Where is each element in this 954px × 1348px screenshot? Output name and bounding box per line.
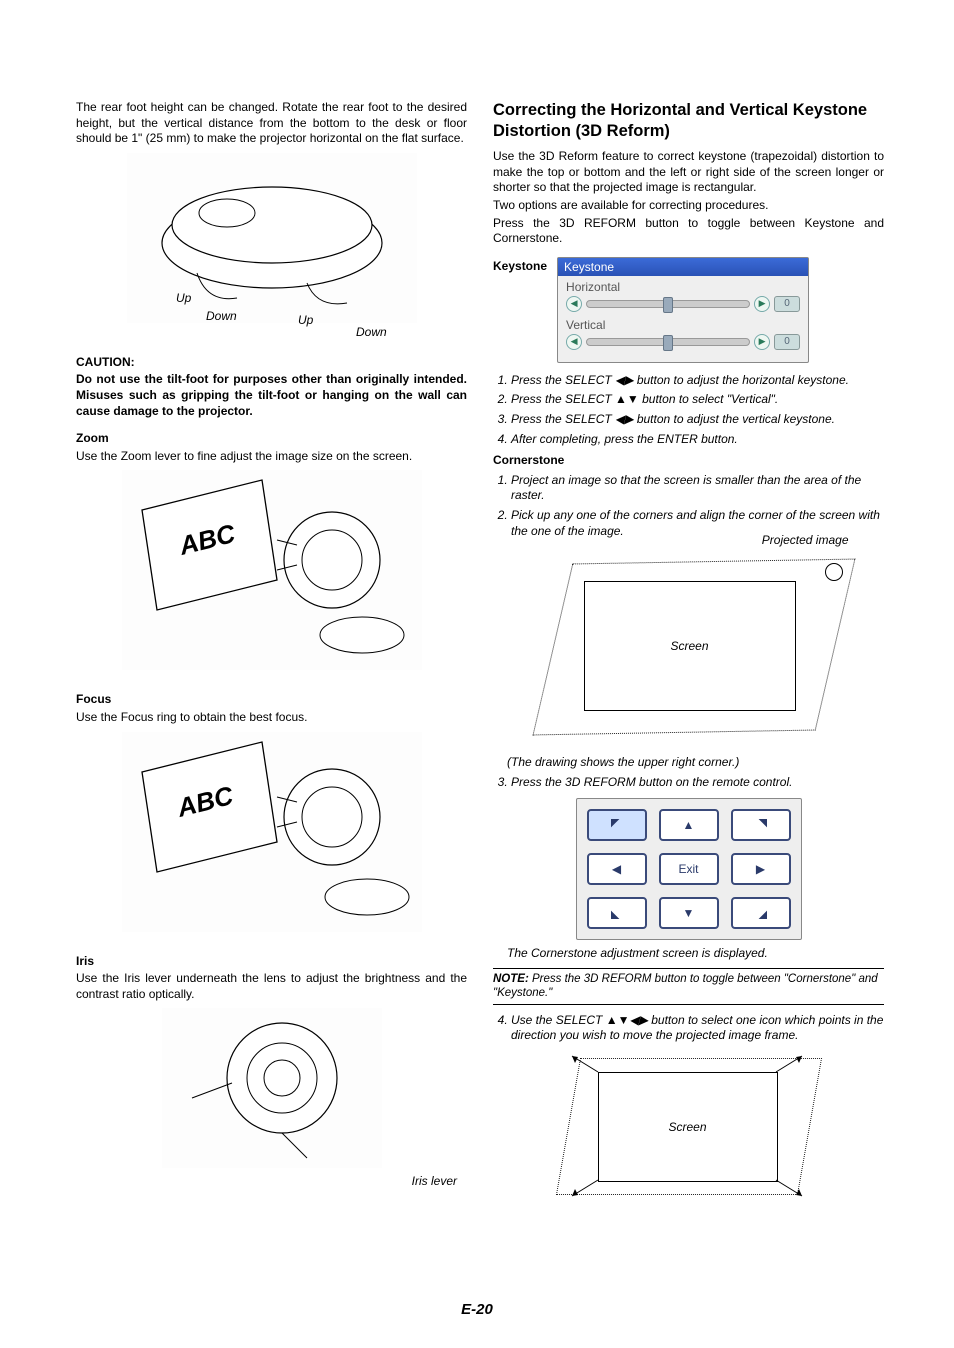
edge-right-button[interactable]: ▶	[731, 853, 791, 885]
label-up-2: Up	[298, 313, 313, 327]
cornerstone-step-3: Press the 3D REFORM button on the remote…	[511, 775, 884, 791]
label-down-2: Down	[356, 325, 387, 339]
corner-bl-button[interactable]	[587, 897, 647, 929]
edge-bottom-button[interactable]: ▼	[659, 897, 719, 929]
iris-head: Iris	[76, 954, 467, 970]
section-heading: Correcting the Horizontal and Vertical K…	[493, 100, 884, 141]
keystone-panel-title: Keystone	[558, 258, 808, 276]
keystone-h-label: Horizontal	[566, 280, 800, 294]
keystone-h-slider[interactable]: ◀ ▶ 0	[566, 296, 800, 312]
caution-head: CAUTION:	[76, 355, 467, 371]
focus-head: Focus	[76, 692, 467, 708]
keystone-step-1: Press the SELECT ◀▶ button to adjust the…	[511, 373, 884, 389]
cornerstone-step-1: Project an image so that the screen is s…	[511, 473, 884, 504]
keystone-block: Keystone Keystone Horizontal ◀ ▶ 0 Verti…	[493, 257, 884, 363]
corner-handle-icon	[825, 563, 843, 581]
iris-lever-label: Iris lever	[412, 1174, 457, 1188]
keystone-label: Keystone	[493, 257, 547, 273]
slider-right-icon[interactable]: ▶	[754, 296, 770, 312]
corner-tr-button[interactable]	[731, 809, 791, 841]
focus-body: Use the Focus ring to obtain the best fo…	[76, 710, 467, 726]
corner-tl-button[interactable]	[587, 809, 647, 841]
zoom-body: Use the Zoom lever to fine adjust the im…	[76, 449, 467, 465]
rear-foot-paragraph: The rear foot height can be changed. Rot…	[76, 100, 467, 147]
focus-illustration: ABC	[122, 732, 422, 932]
keystone-h-value: 0	[774, 296, 800, 312]
caution-body: Do not use the tilt-foot for purposes ot…	[76, 372, 467, 419]
keystone-steps: Press the SELECT ◀▶ button to adjust the…	[493, 373, 884, 447]
intro-3: Press the 3D REFORM button to toggle bet…	[493, 216, 884, 247]
right-column: Correcting the Horizontal and Vertical K…	[493, 100, 884, 1202]
intro-1: Use the 3D Reform feature to correct key…	[493, 149, 884, 196]
focus-figure: ABC	[76, 732, 467, 942]
zoom-head: Zoom	[76, 431, 467, 447]
cornerstone-steps-3: Press the 3D REFORM button on the remote…	[493, 775, 884, 791]
keystone-v-value: 0	[774, 334, 800, 350]
iris-figure: Iris lever	[76, 1008, 467, 1188]
iris-body: Use the Iris lever underneath the lens t…	[76, 971, 467, 1002]
keystone-v-slider[interactable]: ◀ ▶ 0	[566, 334, 800, 350]
slider-left-icon[interactable]: ◀	[566, 334, 582, 350]
note-block: NOTE: Press the 3D REFORM button to togg…	[493, 968, 884, 1005]
page-number: E-20	[0, 1301, 954, 1318]
label-down-1: Down	[206, 309, 237, 323]
iris-illustration	[162, 1008, 382, 1168]
cornerstone-step-4: Use the SELECT ▲▼◀▶ button to select one…	[511, 1013, 884, 1044]
edge-left-button[interactable]: ◀	[587, 853, 647, 885]
keystone-v-label: Vertical	[566, 318, 800, 332]
slider-right-icon[interactable]: ▶	[754, 334, 770, 350]
cornerstone-grid: ▲ ◀ Exit ▶ ▼	[576, 798, 802, 940]
keystone-step-2: Press the SELECT ▲▼ button to select "Ve…	[511, 392, 884, 408]
keystone-panel: Keystone Horizontal ◀ ▶ 0 Vertical ◀ ▶ 0	[557, 257, 809, 363]
cornerstone-diagram-2: Screen	[564, 1052, 814, 1202]
projected-image-label: Projected image	[762, 533, 849, 547]
zoom-illustration: ABC	[122, 470, 422, 670]
exit-button[interactable]: Exit	[659, 853, 719, 885]
edge-top-button[interactable]: ▲	[659, 809, 719, 841]
rear-foot-figure: Up Down Up Down	[76, 153, 467, 343]
cornerstone-diagram-1: Projected image Screen	[529, 545, 849, 745]
direction-arrows-icon	[564, 1052, 814, 1202]
cornerstone-grid-caption: The Cornerstone adjustment screen is dis…	[507, 946, 884, 962]
label-up-1: Up	[176, 291, 191, 305]
note-head: NOTE:	[493, 973, 529, 985]
left-column: The rear foot height can be changed. Rot…	[76, 100, 467, 1202]
keystone-step-4: After completing, press the ENTER button…	[511, 432, 884, 448]
projector-rear-illustration	[127, 153, 417, 323]
zoom-figure: ABC	[76, 470, 467, 680]
keystone-step-3: Press the SELECT ◀▶ button to adjust the…	[511, 412, 884, 428]
note-body: Press the 3D REFORM button to toggle bet…	[493, 973, 878, 999]
screen-label-1: Screen	[670, 639, 708, 653]
corner-caption-text: (The drawing shows the upper right corne…	[507, 755, 884, 771]
slider-left-icon[interactable]: ◀	[566, 296, 582, 312]
intro-2: Two options are available for correcting…	[493, 198, 884, 214]
corner-br-button[interactable]	[731, 897, 791, 929]
cornerstone-steps-1: Project an image so that the screen is s…	[493, 473, 884, 539]
cornerstone-steps-4: Use the SELECT ▲▼◀▶ button to select one…	[493, 1013, 884, 1044]
cornerstone-head: Cornerstone	[493, 453, 884, 469]
